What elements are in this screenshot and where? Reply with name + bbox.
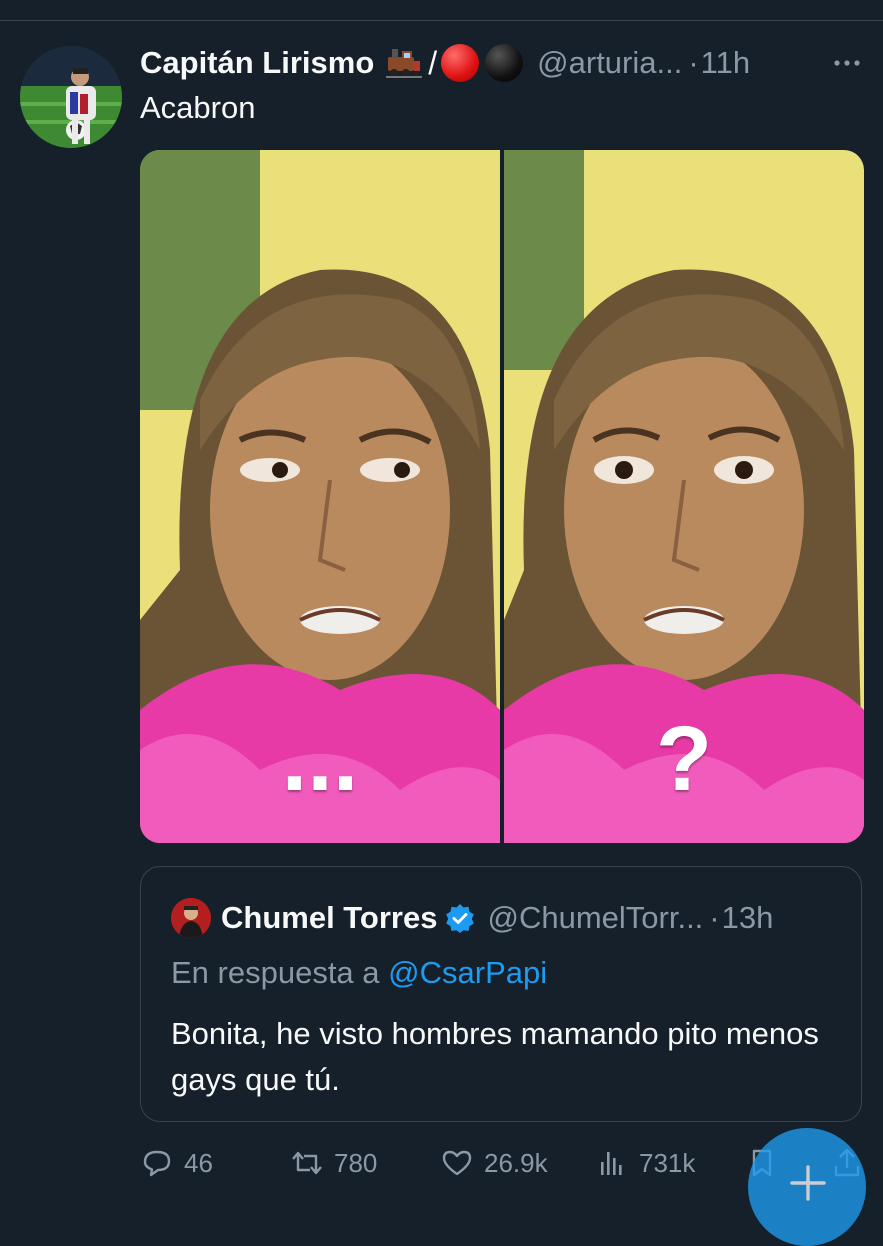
quoted-author-handle[interactable]: @ChumelTorr...	[487, 900, 703, 936]
left-caption: ...	[281, 708, 359, 810]
author-avatar[interactable]	[20, 46, 122, 148]
black-circle-icon	[485, 44, 524, 82]
retweet-arrows-icon	[292, 1151, 322, 1175]
like-count: 26.9k	[484, 1147, 548, 1178]
quoted-timestamp[interactable]: 13h	[722, 900, 774, 936]
media-panel-left[interactable]: ...	[140, 150, 500, 843]
bar-chart-icon	[601, 1152, 622, 1175]
train-icon	[386, 49, 423, 78]
quoted-tweet-card[interactable]: Chumel Torres @ChumelTorr... · 13h En re…	[140, 866, 862, 1122]
name-separator: /	[428, 44, 438, 81]
tweet-media[interactable]: ... ?	[140, 150, 864, 843]
red-circle-icon	[441, 44, 480, 82]
quoted-author-avatar[interactable]	[171, 898, 211, 938]
view-count: 731k	[639, 1147, 696, 1178]
top-divider	[0, 20, 883, 21]
retweet-button[interactable]: 780	[290, 1140, 377, 1186]
author-display-name[interactable]: Capitán Lirismo	[140, 45, 374, 81]
views-button[interactable]: 731k	[595, 1140, 695, 1186]
reply-prefix: En respuesta a	[171, 955, 380, 990]
time-separator: ·	[688, 45, 699, 80]
quoted-avatar-photo	[171, 898, 211, 938]
retweet-count: 780	[334, 1147, 378, 1178]
avatar-photo	[20, 46, 122, 148]
compose-fab-button[interactable]	[748, 1128, 866, 1246]
quoted-time-separator: ·	[709, 900, 720, 935]
tweet-timestamp[interactable]: 11h	[701, 45, 750, 81]
like-button[interactable]: 26.9k	[440, 1140, 548, 1186]
verified-badge-icon	[446, 904, 475, 933]
heart-icon	[442, 1150, 472, 1176]
tweet-header: Capitán Lirismo / @arturia... · 11h	[140, 40, 870, 86]
quoted-author-name[interactable]: Chumel Torres	[221, 900, 437, 936]
name-emoji-group: /	[384, 44, 524, 82]
comment-bubble-icon	[143, 1150, 171, 1177]
tweet-text: Acabron	[140, 90, 256, 125]
quoted-tweet-text: Bonita, he visto hombres mamando pito me…	[171, 1016, 819, 1097]
plus-icon	[790, 1165, 826, 1201]
reply-button[interactable]: 46	[140, 1140, 213, 1186]
right-caption: ?	[655, 708, 713, 810]
media-panel-right[interactable]: ?	[504, 150, 864, 843]
reply-context: En respuesta a @CsarPapi	[171, 955, 547, 991]
reply-mention-link[interactable]: @CsarPapi	[388, 955, 547, 990]
reply-count: 46	[184, 1147, 213, 1178]
author-handle[interactable]: @arturia...	[537, 45, 682, 81]
more-horizontal-icon[interactable]	[830, 46, 864, 80]
quoted-tweet-header: Chumel Torres @ChumelTorr... · 13h	[171, 897, 773, 939]
